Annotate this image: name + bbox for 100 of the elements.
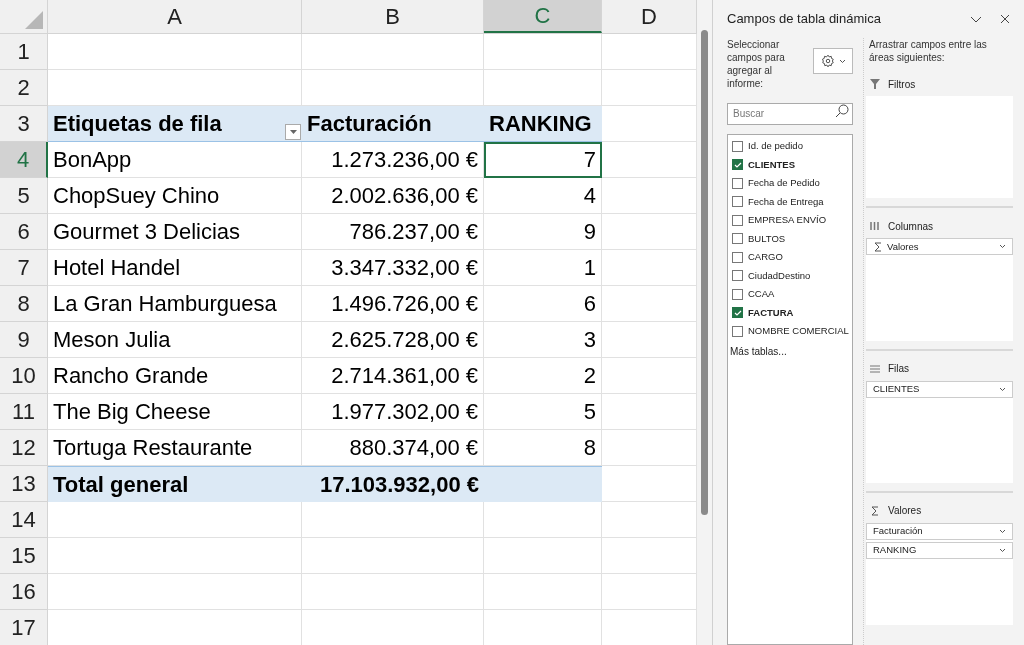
- table-cell[interactable]: 9: [484, 214, 602, 250]
- column-header[interactable]: A: [48, 0, 302, 33]
- field-item[interactable]: BULTOS: [728, 229, 852, 248]
- table-cell[interactable]: [602, 502, 697, 538]
- row-header[interactable]: 8: [0, 286, 48, 322]
- close-icon[interactable]: [1000, 14, 1010, 24]
- table-cell[interactable]: 7: [484, 142, 602, 178]
- checkbox[interactable]: [732, 196, 743, 208]
- table-cell[interactable]: The Big Cheese: [48, 394, 302, 430]
- table-cell[interactable]: 4: [484, 178, 602, 214]
- table-cell[interactable]: [602, 430, 697, 466]
- table-cell[interactable]: [602, 178, 697, 214]
- field-item[interactable]: Fecha de Entrega: [728, 192, 852, 211]
- table-cell[interactable]: 2.002.636,00 €: [302, 178, 484, 214]
- scrollbar-thumb[interactable]: [701, 30, 708, 515]
- checkbox[interactable]: [732, 177, 743, 189]
- row-header[interactable]: 5: [0, 178, 48, 214]
- checkbox[interactable]: [732, 140, 743, 152]
- checkbox[interactable]: [732, 214, 743, 226]
- row-header[interactable]: 3: [0, 106, 48, 142]
- table-cell[interactable]: [602, 466, 697, 502]
- settings-button[interactable]: [813, 48, 853, 74]
- row-header[interactable]: 12: [0, 430, 48, 466]
- table-cell[interactable]: Total general: [48, 466, 302, 502]
- table-cell[interactable]: [302, 574, 484, 610]
- row-header[interactable]: 16: [0, 574, 48, 610]
- table-cell[interactable]: [602, 214, 697, 250]
- row-header[interactable]: 10: [0, 358, 48, 394]
- row-header[interactable]: 1: [0, 34, 48, 70]
- table-cell[interactable]: Rancho Grande: [48, 358, 302, 394]
- area-item[interactable]: RANKING: [866, 541, 1013, 559]
- table-cell[interactable]: BonApp: [48, 142, 302, 178]
- field-item[interactable]: NOMBRE COMERCIAL: [728, 322, 852, 341]
- checkbox[interactable]: [732, 251, 743, 263]
- table-cell[interactable]: [302, 34, 484, 70]
- table-cell[interactable]: ChopSuey Chino: [48, 178, 302, 214]
- row-header[interactable]: 17: [0, 610, 48, 645]
- table-cell[interactable]: [48, 574, 302, 610]
- table-cell[interactable]: 17.103.932,00 €: [302, 466, 484, 502]
- table-cell[interactable]: 2.714.361,00 €: [302, 358, 484, 394]
- field-item[interactable]: CiudadDestino: [728, 266, 852, 285]
- row-header[interactable]: 6: [0, 214, 48, 250]
- table-cell[interactable]: 3: [484, 322, 602, 358]
- row-header[interactable]: 9: [0, 322, 48, 358]
- checkbox[interactable]: [732, 159, 743, 171]
- table-cell[interactable]: [602, 250, 697, 286]
- search-field[interactable]: Buscar: [727, 102, 853, 125]
- table-cell[interactable]: [48, 538, 302, 574]
- field-item[interactable]: Fecha de Pedido: [728, 174, 852, 193]
- table-cell[interactable]: [484, 466, 602, 502]
- table-cell[interactable]: 2.625.728,00 €: [302, 322, 484, 358]
- row-header[interactable]: 7: [0, 250, 48, 286]
- checkbox[interactable]: [732, 233, 743, 245]
- table-cell[interactable]: Etiquetas de fila: [48, 106, 302, 142]
- table-cell[interactable]: 1: [484, 250, 602, 286]
- table-cell[interactable]: [602, 322, 697, 358]
- row-header[interactable]: 14: [0, 502, 48, 538]
- row-header[interactable]: 4: [0, 142, 48, 178]
- field-item[interactable]: FACTURA: [728, 303, 852, 322]
- table-cell[interactable]: [602, 106, 697, 142]
- collapse-icon[interactable]: [970, 15, 982, 23]
- table-cell[interactable]: [302, 538, 484, 574]
- drop-area[interactable]: CLIENTES: [866, 380, 1013, 483]
- table-cell[interactable]: 5: [484, 394, 602, 430]
- table-cell[interactable]: [602, 358, 697, 394]
- table-cell[interactable]: Gourmet 3 Delicias: [48, 214, 302, 250]
- table-cell[interactable]: [602, 574, 697, 610]
- table-cell[interactable]: [48, 34, 302, 70]
- row-header[interactable]: 13: [0, 466, 48, 502]
- drop-area[interactable]: Valores: [866, 238, 1013, 341]
- table-cell[interactable]: Meson Julia: [48, 322, 302, 358]
- table-cell[interactable]: [48, 502, 302, 538]
- area-item[interactable]: Facturación: [866, 522, 1013, 540]
- area-item[interactable]: CLIENTES: [866, 380, 1013, 398]
- table-cell[interactable]: 880.374,00 €: [302, 430, 484, 466]
- filter-dropdown-button[interactable]: [285, 124, 301, 140]
- checkbox[interactable]: [732, 288, 743, 300]
- table-cell[interactable]: Hotel Handel: [48, 250, 302, 286]
- table-cell[interactable]: [484, 70, 602, 106]
- table-cell[interactable]: [602, 394, 697, 430]
- row-header[interactable]: 15: [0, 538, 48, 574]
- table-cell[interactable]: [484, 34, 602, 70]
- table-cell[interactable]: 1.977.302,00 €: [302, 394, 484, 430]
- table-cell[interactable]: [484, 538, 602, 574]
- field-item[interactable]: CARGO: [728, 248, 852, 267]
- checkbox[interactable]: [732, 325, 743, 337]
- table-cell[interactable]: 1.273.236,00 €: [302, 142, 484, 178]
- table-cell[interactable]: [602, 70, 697, 106]
- field-item[interactable]: CLIENTES: [728, 155, 852, 174]
- checkbox[interactable]: [732, 270, 743, 282]
- table-cell[interactable]: Facturación: [302, 106, 484, 142]
- table-cell[interactable]: 8: [484, 430, 602, 466]
- field-item[interactable]: Id. de pedido: [728, 137, 852, 156]
- field-item[interactable]: CCAA: [728, 285, 852, 304]
- table-cell[interactable]: 1.496.726,00 €: [302, 286, 484, 322]
- drop-area[interactable]: Facturación RANKING: [866, 522, 1013, 625]
- checkbox[interactable]: [732, 307, 743, 319]
- table-cell[interactable]: Tortuga Restaurante: [48, 430, 302, 466]
- table-cell[interactable]: 3.347.332,00 €: [302, 250, 484, 286]
- table-cell[interactable]: [602, 538, 697, 574]
